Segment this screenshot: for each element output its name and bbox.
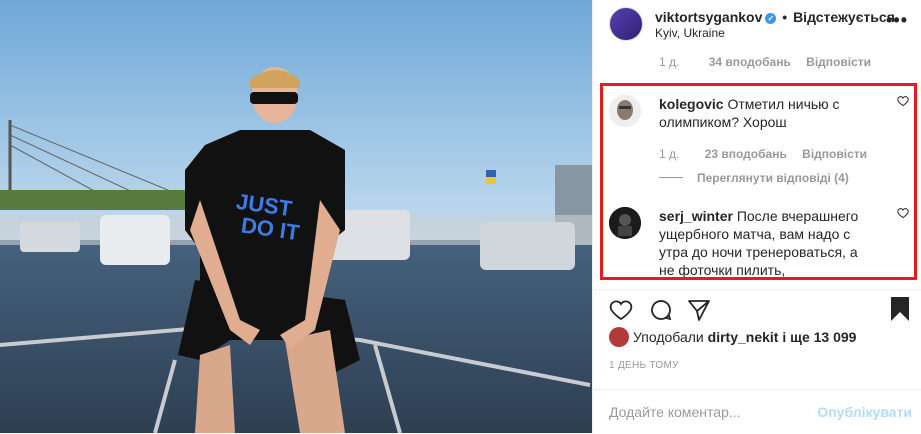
add-comment-bar: Додайте коментар... Опублікувати (593, 389, 921, 434)
share-icon[interactable] (687, 298, 711, 322)
post-header: viktortsygankov ✓ • Відстежується Kyiv, U… (593, 0, 921, 45)
separator-dot: • (782, 9, 788, 25)
highlight-box (600, 83, 917, 280)
author-username[interactable]: viktortsygankov (655, 9, 762, 25)
author-avatar[interactable] (609, 7, 643, 41)
post-actions (593, 289, 921, 330)
bookmark-icon[interactable] (890, 296, 910, 322)
liker-username[interactable]: dirty_nekit (708, 329, 779, 345)
liker-avatar[interactable] (609, 327, 629, 347)
post-location[interactable]: Kyiv, Ukraine (655, 26, 725, 40)
reply-button[interactable]: Відповісти (806, 55, 871, 69)
comment-icon[interactable] (649, 298, 673, 322)
comment-age: 1 д. (659, 55, 680, 69)
likes-summary: Уподобали dirty_nekit і ще 13 099 (609, 327, 856, 347)
comment-meta: 1 д. 34 вподобань Відповісти (659, 55, 871, 69)
likes-prefix: Уподобали (633, 329, 704, 345)
post-time[interactable]: 1 ДЕНЬ ТОМУ (609, 360, 679, 371)
author-line: viktortsygankov ✓ • Відстежується (655, 9, 895, 25)
likes-count[interactable]: і ще 13 099 (782, 329, 856, 345)
following-button[interactable]: Відстежується (793, 9, 895, 25)
photo-scene: JUST DO IT (0, 0, 592, 433)
heart-icon[interactable] (609, 298, 633, 322)
comment-likes[interactable]: 34 вподобань (709, 55, 791, 69)
verified-icon: ✓ (765, 13, 777, 24)
post-comment-button[interactable]: Опублікувати (817, 404, 912, 420)
more-options-icon[interactable]: ••• (886, 10, 908, 31)
comment-input[interactable]: Додайте коментар... (609, 404, 741, 420)
post-photo[interactable]: JUST DO IT (0, 0, 592, 433)
